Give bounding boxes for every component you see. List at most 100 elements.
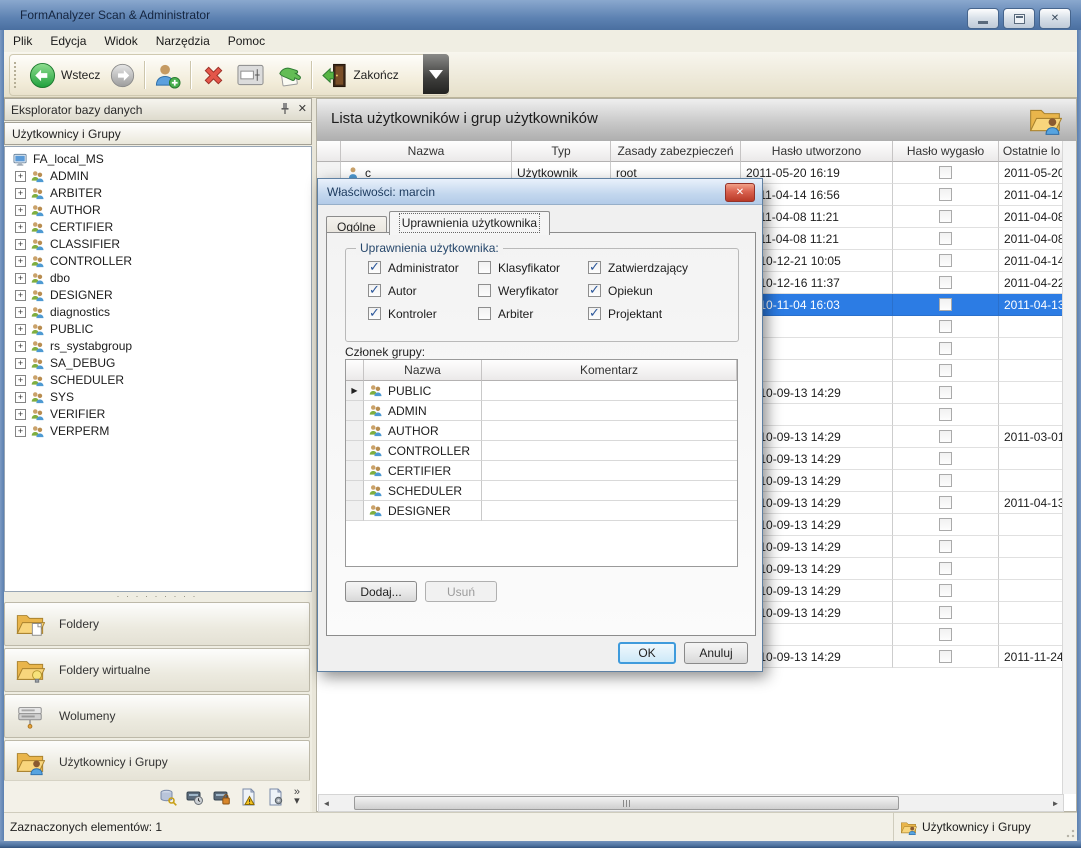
member-row[interactable]: ADMIN — [346, 401, 737, 421]
menu-item-widok[interactable]: Widok — [95, 31, 146, 51]
ok-button[interactable]: OK — [618, 642, 676, 664]
scrollbar-thumb[interactable] — [354, 796, 899, 810]
checkbox[interactable] — [939, 320, 952, 333]
expand-icon[interactable]: + — [15, 409, 26, 420]
forward-button[interactable] — [105, 60, 140, 91]
expand-icon[interactable]: + — [15, 222, 26, 233]
tool-database-key-icon[interactable] — [159, 788, 177, 806]
checkbox[interactable] — [478, 307, 491, 320]
checkbox[interactable] — [939, 232, 952, 245]
expand-icon[interactable]: + — [15, 239, 26, 250]
checkbox[interactable] — [939, 166, 952, 179]
tree-item-SCHEDULER[interactable]: +SCHEDULER — [5, 372, 311, 388]
remove-button[interactable]: Usuń — [425, 581, 497, 602]
expand-icon[interactable]: + — [15, 358, 26, 369]
menu-item-edycja[interactable]: Edycja — [41, 31, 95, 51]
toolbar-overflow-button[interactable] — [423, 54, 449, 94]
tree-item-SYS[interactable]: +SYS — [5, 389, 311, 405]
tree-item-SA_DEBUG[interactable]: +SA_DEBUG — [5, 355, 311, 371]
permission-arbiter[interactable]: Arbiter — [478, 307, 588, 320]
close-button[interactable]: ✕ — [1039, 8, 1071, 29]
member-row[interactable]: CONTROLLER — [346, 441, 737, 461]
checkbox[interactable] — [939, 364, 952, 377]
checkbox[interactable]: ✓ — [588, 284, 601, 297]
checkbox[interactable]: ✓ — [588, 261, 601, 274]
checkbox[interactable] — [939, 584, 952, 597]
expand-icon[interactable]: + — [15, 307, 26, 318]
nav-button-2[interactable]: Wolumeny — [4, 694, 310, 738]
checkbox[interactable] — [939, 188, 952, 201]
expand-icon[interactable]: + — [15, 375, 26, 386]
tree-item-dbo[interactable]: +dbo — [5, 270, 311, 286]
expand-icon[interactable]: + — [15, 290, 26, 301]
column-header-hasło-wygasło[interactable]: Hasło wygasło — [893, 141, 999, 162]
explorer-section-bar[interactable]: Użytkownicy i Grupy — [4, 122, 312, 145]
scroll-right-icon[interactable]: ► — [1048, 796, 1063, 810]
expand-icon[interactable]: + — [15, 426, 26, 437]
permission-klasyfikator[interactable]: Klasyfikator — [478, 261, 588, 274]
checkbox[interactable] — [939, 606, 952, 619]
checkbox[interactable] — [939, 474, 952, 487]
assign-button[interactable] — [269, 59, 307, 92]
nav-button-1[interactable]: Foldery wirtualne — [4, 648, 310, 692]
tool-document-gear-icon[interactable] — [267, 788, 285, 806]
menu-item-pomoc[interactable]: Pomoc — [219, 31, 274, 51]
expand-icon[interactable]: + — [15, 188, 26, 199]
resize-grip[interactable] — [1063, 826, 1075, 838]
column-header-zasady-zabezpieczeń[interactable]: Zasady zabezpieczeń — [611, 141, 741, 162]
tree-item-CLASSIFIER[interactable]: +CLASSIFIER — [5, 236, 311, 252]
pin-icon[interactable] — [280, 102, 290, 115]
add-button[interactable]: Dodaj... — [345, 581, 417, 602]
nav-button-3[interactable]: Użytkownicy i Grupy — [4, 740, 310, 784]
permission-kontroler[interactable]: ✓Kontroler — [368, 307, 478, 320]
checkbox[interactable]: ✓ — [368, 307, 381, 320]
horizontal-scrollbar[interactable]: ◄ ► — [318, 794, 1064, 812]
permission-weryfikator[interactable]: Weryfikator — [478, 284, 588, 297]
checkbox[interactable] — [939, 298, 952, 311]
toolbar-grip[interactable] — [14, 62, 19, 88]
more-buttons-chevron[interactable]: » ▾ — [294, 788, 300, 806]
tree-item-DESIGNER[interactable]: +DESIGNER — [5, 287, 311, 303]
restore-button[interactable] — [1003, 8, 1035, 29]
checkbox[interactable] — [939, 540, 952, 553]
nav-button-0[interactable]: Foldery — [4, 602, 310, 646]
checkbox[interactable]: ✓ — [368, 261, 381, 274]
tree-root-item[interactable]: FA_local_MS — [5, 151, 311, 167]
member-column-header-komentarz[interactable]: Komentarz — [482, 360, 737, 381]
member-row[interactable]: AUTHOR — [346, 421, 737, 441]
checkbox[interactable]: ✓ — [368, 284, 381, 297]
permission-zatwierdzający[interactable]: ✓Zatwierdzający — [588, 261, 718, 274]
member-row[interactable]: DESIGNER — [346, 501, 737, 521]
tree-item-ADMIN[interactable]: +ADMIN — [5, 168, 311, 184]
minimize-button[interactable] — [967, 8, 999, 29]
expand-icon[interactable]: + — [15, 341, 26, 352]
expand-icon[interactable]: + — [15, 171, 26, 182]
cancel-button[interactable]: Anuluj — [684, 642, 748, 664]
checkbox[interactable] — [939, 408, 952, 421]
column-header-hasło-utworzono[interactable]: Hasło utworzono — [741, 141, 893, 162]
tree-item-AUTHOR[interactable]: +AUTHOR — [5, 202, 311, 218]
tool-scanner-clock-icon[interactable] — [186, 788, 204, 806]
menu-item-narzędzia[interactable]: Narzędzia — [147, 31, 219, 51]
panel-splitter[interactable]: · · · · · · · · · — [4, 591, 310, 601]
back-button[interactable]: Wstecz — [24, 59, 105, 92]
expand-icon[interactable]: + — [15, 205, 26, 216]
column-header-ostatnie-lo[interactable]: Ostatnie lo — [999, 141, 1065, 162]
tool-scanner-lock-icon[interactable] — [213, 788, 231, 806]
column-header-nazwa[interactable]: Nazwa — [341, 141, 512, 162]
tree-item-ARBITER[interactable]: +ARBITER — [5, 185, 311, 201]
checkbox[interactable] — [478, 284, 491, 297]
permission-administrator[interactable]: ✓Administrator — [368, 261, 478, 274]
tree-item-PUBLIC[interactable]: +PUBLIC — [5, 321, 311, 337]
expand-icon[interactable]: + — [15, 324, 26, 335]
permission-autor[interactable]: ✓Autor — [368, 284, 478, 297]
menu-item-plik[interactable]: Plik — [4, 31, 41, 51]
panel-close-icon[interactable]: ✕ — [298, 102, 307, 115]
checkbox[interactable] — [939, 276, 952, 289]
checkbox[interactable] — [939, 496, 952, 509]
tool-document-warning-icon[interactable] — [240, 788, 258, 806]
dialog-close-button[interactable]: ✕ — [725, 183, 755, 202]
member-column-header[interactable] — [346, 360, 364, 381]
checkbox[interactable] — [939, 518, 952, 531]
checkbox[interactable] — [939, 650, 952, 663]
